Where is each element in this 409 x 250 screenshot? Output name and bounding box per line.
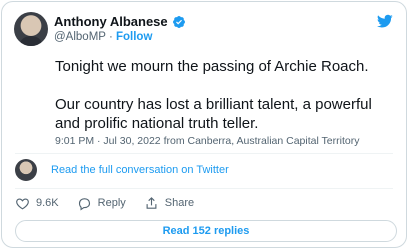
conversation-row: Read the full conversation on Twitter [15,157,229,183]
author-avatar[interactable] [14,12,48,46]
twitter-bird-icon[interactable] [376,13,394,29]
share-icon [146,196,157,209]
verified-badge-icon [172,15,185,28]
share-label: Share [164,197,195,209]
divider [15,188,393,189]
author-handle-row: @AlboMP · Follow [54,31,152,43]
reply-label: Reply [97,197,126,209]
tweet-timestamp[interactable]: 9:01 PM · Jul 30, 2022 from Canberra, Au… [55,135,359,147]
tweet-paragraph: Our country has lost a brilliant talent,… [55,96,376,132]
reply-button[interactable]: Reply [77,196,126,211]
tweet-paragraph: Tonight we mourn the passing of Archie R… [55,58,369,75]
like-count: 9.6K [36,197,59,209]
tweet-card: Anthony Albanese @AlboMP · Follow Tonigh… [1,1,407,248]
reply-icon [78,197,90,210]
follow-button[interactable]: Follow [116,31,152,43]
author-handle[interactable]: @AlboMP [54,31,106,43]
share-button[interactable]: Share [144,196,194,211]
handle-separator: · [108,31,113,43]
author-display-name[interactable]: Anthony Albanese [54,14,168,29]
author-name-row: Anthony Albanese [54,14,186,29]
divider [15,153,393,154]
read-conversation-link[interactable]: Read the full conversation on Twitter [51,164,229,176]
read-replies-button[interactable]: Read 152 replies [15,220,397,242]
mini-avatar [15,159,37,181]
heart-icon [16,197,29,209]
actions-bar: 9.6K Reply Share [15,194,212,212]
like-button[interactable]: 9.6K [15,196,59,211]
